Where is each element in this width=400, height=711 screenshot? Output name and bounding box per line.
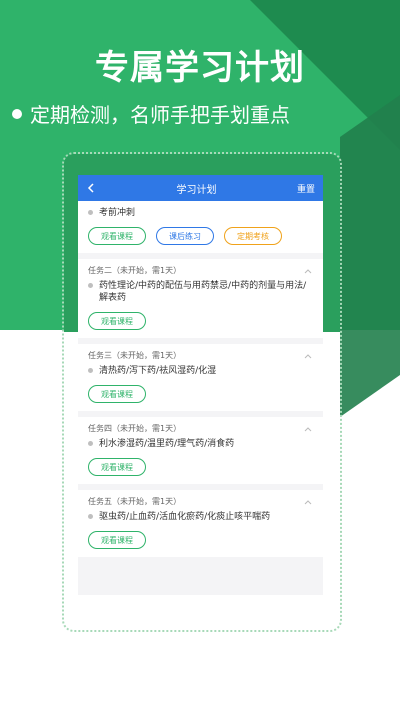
watch-course-button[interactable]: 观看课程 <box>88 312 146 330</box>
bullet-icon <box>88 441 93 446</box>
task-item-row: 药性理论/中药的配伍与用药禁忌/中药的剂量与用法/解表药 <box>88 280 313 304</box>
chevron-up-icon[interactable] <box>303 266 313 276</box>
task-header: 任务二（未开始，需1天） <box>88 266 182 275</box>
bullet-icon <box>88 283 93 288</box>
task-item-row: 清热药/泻下药/祛风湿药/化湿 <box>88 365 313 377</box>
watch-course-button[interactable]: 观看课程 <box>88 458 146 476</box>
bullet-icon <box>88 210 93 215</box>
top-section-card: 考前冲刺 观看课程 课后练习 定期考核 <box>78 201 323 253</box>
task-header: 任务四（未开始，需1天） <box>88 424 182 433</box>
chevron-up-icon[interactable] <box>303 497 313 507</box>
task-header-row: 任务二（未开始，需1天） <box>88 265 313 276</box>
task-card: 任务三（未开始，需1天） 清热药/泻下药/祛风湿药/化湿 观看课程 <box>78 344 323 411</box>
task-item-row: 利水渗湿药/温里药/理气药/消食药 <box>88 438 313 450</box>
task-item: 药性理论/中药的配伍与用药禁忌/中药的剂量与用法/解表药 <box>99 281 307 303</box>
chevron-up-icon[interactable] <box>303 424 313 434</box>
top-section-item: 考前冲刺 <box>99 208 136 218</box>
top-section-buttons: 观看课程 课后练习 定期考核 <box>88 227 313 245</box>
task-item: 驱虫药/止血药/活血化瘀药/化痰止咳平喘药 <box>99 512 271 522</box>
task-header-row: 任务五（未开始，需1天） <box>88 496 313 507</box>
bullet-icon <box>88 514 93 519</box>
promo-headline: 专属学习计划 <box>95 48 305 88</box>
task-header: 任务三（未开始，需1天） <box>88 351 182 360</box>
app-screen: 学习计划 重置 考前冲刺 观看课程 课后练习 定期考核 任务二（未开始，需1天）… <box>78 175 323 595</box>
promo-subline: 定期检测，名师手把手划重点 <box>30 103 290 127</box>
task-buttons: 观看课程 <box>88 458 313 476</box>
task-buttons: 观看课程 <box>88 312 313 330</box>
promo-stripe-decoration <box>340 95 400 418</box>
task-item-row: 驱虫药/止血药/活血化瘀药/化痰止咳平喘药 <box>88 511 313 523</box>
watch-course-button[interactable]: 观看课程 <box>88 531 146 549</box>
after-class-exercise-button[interactable]: 课后练习 <box>156 227 214 245</box>
chevron-up-icon[interactable] <box>303 351 313 361</box>
watch-course-button[interactable]: 观看课程 <box>88 385 146 403</box>
promo-page: 专属学习计划 定期检测，名师手把手划重点 学习计划 重置 考前冲刺 观看课程 课… <box>0 0 400 711</box>
task-buttons: 观看课程 <box>88 385 313 403</box>
task-item: 清热药/泻下药/祛风湿药/化湿 <box>99 366 217 376</box>
bullet-icon <box>88 368 93 373</box>
periodic-exam-button[interactable]: 定期考核 <box>224 227 282 245</box>
subline-dot <box>12 108 22 119</box>
top-section-item-row: 考前冲刺 <box>88 207 313 219</box>
reset-button[interactable]: 重置 <box>297 182 315 195</box>
task-card: 任务二（未开始，需1天） 药性理论/中药的配伍与用药禁忌/中药的剂量与用法/解表… <box>78 259 323 338</box>
task-item: 利水渗湿药/温里药/理气药/消食药 <box>99 439 235 449</box>
back-arrow-icon[interactable] <box>86 183 96 193</box>
task-buttons: 观看课程 <box>88 531 313 549</box>
task-card: 任务五（未开始，需1天） 驱虫药/止血药/活血化瘀药/化痰止咳平喘药 观看课程 <box>78 490 323 557</box>
app-title: 学习计划 <box>176 184 217 196</box>
task-header-row: 任务四（未开始，需1天） <box>88 423 313 434</box>
task-card: 任务四（未开始，需1天） 利水渗湿药/温里药/理气药/消食药 观看课程 <box>78 417 323 484</box>
watch-course-button[interactable]: 观看课程 <box>88 227 146 245</box>
task-header-row: 任务三（未开始，需1天） <box>88 350 313 361</box>
app-bar: 学习计划 重置 <box>78 175 323 201</box>
task-header: 任务五（未开始，需1天） <box>88 497 182 506</box>
promo-subline-row: 定期检测，名师手把手划重点 <box>12 99 290 128</box>
